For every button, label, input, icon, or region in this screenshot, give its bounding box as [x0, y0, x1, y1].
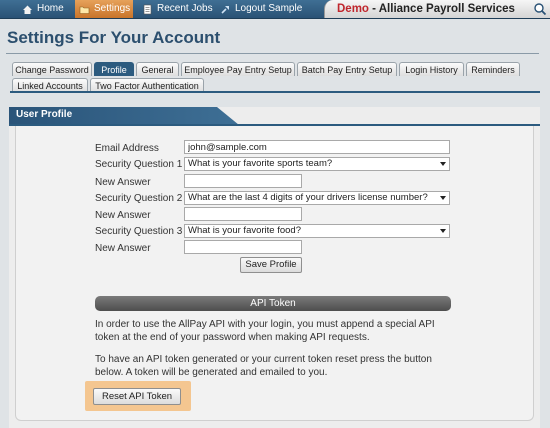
company-banner: Demo - Alliance Payroll Services	[324, 0, 550, 18]
security-question-3-label: Security Question 3	[95, 226, 183, 237]
tab-linked-accounts[interactable]: Linked Accounts	[12, 78, 88, 92]
security-question-2-label: Security Question 2	[95, 193, 183, 204]
api-token-heading: API Token	[95, 296, 451, 311]
security-question-2-value: What are the last 4 digits of your drive…	[188, 192, 428, 203]
tab-login-history[interactable]: Login History	[399, 62, 464, 76]
security-question-1-value: What is your favorite sports team?	[188, 158, 333, 169]
document-icon	[142, 4, 153, 15]
security-question-2-select[interactable]: What are the last 4 digits of your drive…	[184, 191, 450, 205]
tab-reminders[interactable]: Reminders	[466, 62, 520, 76]
nav-home[interactable]: Home	[22, 0, 72, 18]
banner-separator: -	[368, 3, 379, 15]
tab-general[interactable]: General	[136, 62, 179, 76]
top-nav: Home Settings Recent Jobs Logout Sample …	[0, 0, 550, 19]
nav-recent-jobs[interactable]: Recent Jobs	[142, 0, 217, 18]
email-label: Email Address	[95, 143, 159, 154]
nav-settings-label: Settings	[94, 3, 131, 14]
tab-strip-divider	[10, 91, 540, 93]
nav-settings[interactable]: Settings	[75, 0, 133, 18]
chevron-down-icon	[440, 229, 446, 233]
security-question-1-select[interactable]: What is your favorite sports team?	[184, 157, 450, 171]
api-reset-instructions: To have an API token generated or your c…	[95, 354, 432, 378]
reset-api-token-button[interactable]: Reset API Token	[93, 388, 181, 405]
answer-3-label: New Answer	[95, 243, 151, 254]
security-question-3-value: What is your favorite food?	[188, 225, 301, 236]
api-info-paragraph: In order to use the AllPay API with your…	[95, 319, 435, 343]
title-divider	[6, 53, 539, 54]
nav-recent-jobs-label: Recent Jobs	[157, 3, 213, 14]
tab-batch-pay-entry-setup[interactable]: Batch Pay Entry Setup	[297, 62, 397, 76]
tab-change-password[interactable]: Change Password	[12, 62, 92, 76]
save-profile-button[interactable]: Save Profile	[240, 257, 302, 273]
security-question-1-label: Security Question 1	[95, 159, 183, 170]
answer-2-field[interactable]	[184, 207, 302, 221]
page-title: Settings For Your Account	[7, 28, 221, 47]
nav-logout-label: Logout Sample	[235, 3, 303, 14]
company-name: Alliance Payroll Services	[378, 3, 515, 15]
tab-employee-pay-entry-setup[interactable]: Employee Pay Entry Setup	[181, 62, 295, 76]
security-question-3-select[interactable]: What is your favorite food?	[184, 224, 450, 238]
chevron-down-icon	[440, 196, 446, 200]
answer-3-field[interactable]	[184, 240, 302, 254]
settings-folder-icon	[79, 4, 90, 15]
nav-home-label: Home	[37, 3, 64, 14]
logout-icon	[220, 4, 231, 15]
nav-logout[interactable]: Logout Sample	[220, 0, 310, 18]
tab-profile[interactable]: Profile	[94, 62, 134, 76]
search-icon[interactable]	[533, 2, 547, 16]
chevron-down-icon	[440, 162, 446, 166]
answer-1-label: New Answer	[95, 177, 151, 188]
tab-two-factor-authentication[interactable]: Two Factor Authentication	[90, 78, 204, 92]
answer-2-label: New Answer	[95, 210, 151, 221]
email-field[interactable]	[184, 140, 450, 154]
answer-1-field[interactable]	[184, 174, 302, 188]
panel-title: User Profile	[16, 109, 73, 120]
home-icon	[22, 4, 33, 15]
demo-badge: Demo	[337, 3, 369, 15]
